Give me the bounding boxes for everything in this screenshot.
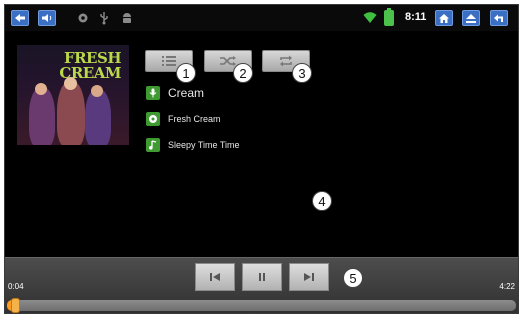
wifi-icon	[363, 12, 377, 23]
transport-bar: 5 0:04 4:22	[5, 257, 518, 313]
elapsed-time: 0:04	[8, 282, 24, 291]
callout-4: 4	[312, 191, 332, 211]
previous-button[interactable]	[195, 263, 235, 291]
settings-icon	[74, 10, 92, 26]
back-arrow-icon[interactable]	[11, 10, 29, 26]
pause-button[interactable]	[242, 263, 282, 291]
return-icon[interactable]	[490, 10, 508, 26]
album-art-face	[64, 77, 77, 90]
seek-bar[interactable]	[7, 298, 516, 313]
android-icon	[118, 10, 136, 26]
microphone-icon	[146, 86, 160, 100]
album-name: Fresh Cream	[168, 114, 221, 124]
home-icon[interactable]	[435, 10, 453, 26]
disc-icon	[146, 112, 160, 126]
next-icon	[304, 273, 314, 281]
usb-icon	[95, 10, 113, 26]
pause-icon	[259, 273, 265, 281]
album-art-face	[35, 83, 47, 95]
album-art-figure	[57, 81, 85, 145]
album-art: FRESH CREAM	[17, 45, 129, 145]
callout-3: 3	[292, 63, 312, 83]
artist-name: Cream	[168, 86, 205, 100]
eject-icon[interactable]	[462, 10, 480, 26]
callout-1: 1	[176, 63, 196, 83]
album-art-figure	[29, 87, 55, 145]
playlist-icon	[162, 56, 176, 66]
callout-5: 5	[343, 268, 363, 288]
next-button[interactable]	[289, 263, 329, 291]
callout-2: 2	[233, 63, 253, 83]
track-title: Sleepy Time Time	[168, 140, 240, 150]
seek-bar-thumb[interactable]	[11, 298, 20, 313]
shuffle-icon	[220, 56, 236, 66]
repeat-icon	[280, 55, 292, 67]
previous-icon	[210, 273, 220, 281]
title-row: Sleepy Time Time	[146, 137, 240, 153]
status-bar: 8:11	[5, 5, 518, 31]
artist-row: Cream	[146, 85, 204, 101]
music-player-screen: 8:11 FRESH CREAM 1 2 3 Cream Fresh Cream…	[4, 4, 519, 314]
album-row: Fresh Cream	[146, 111, 221, 127]
total-time: 4:22	[499, 282, 515, 291]
volume-icon[interactable]	[38, 10, 56, 26]
status-time: 8:11	[405, 11, 427, 23]
album-art-figure	[85, 89, 111, 145]
music-note-icon	[146, 138, 160, 152]
battery-icon	[384, 8, 394, 26]
album-art-face	[91, 85, 103, 97]
